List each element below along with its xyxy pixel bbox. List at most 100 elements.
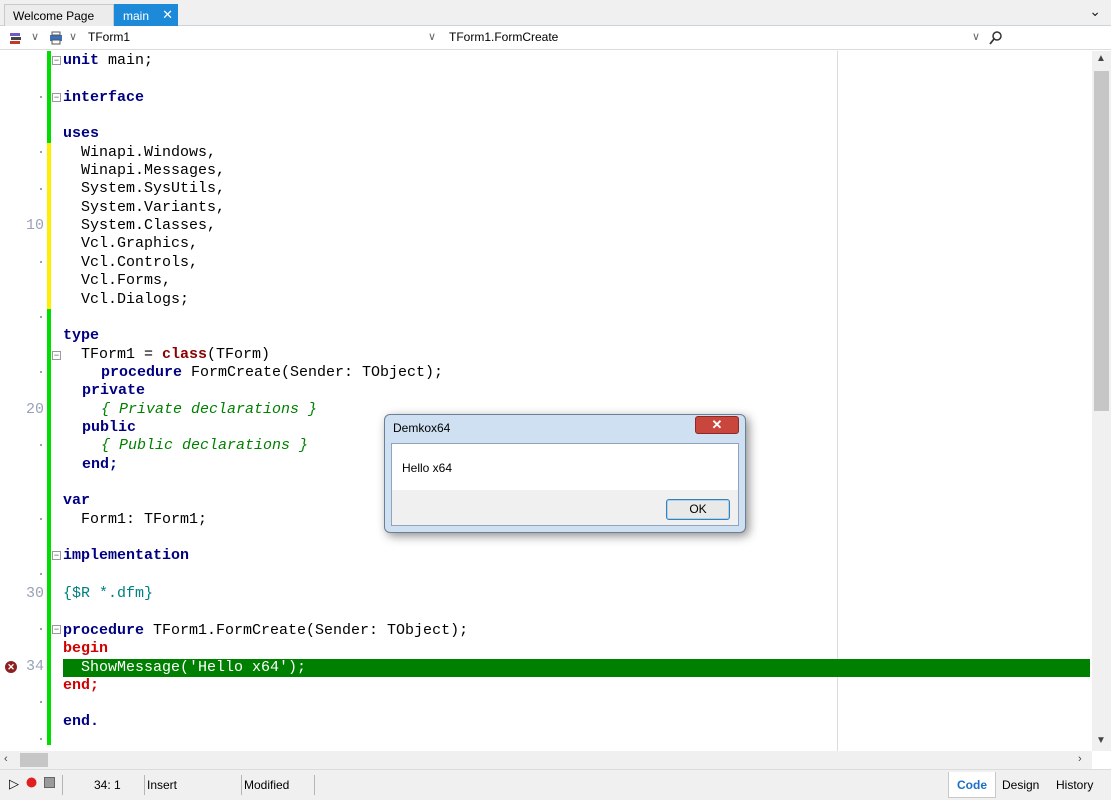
gutter-dot	[40, 371, 42, 373]
keyword: unit	[63, 52, 100, 69]
status-divider	[62, 775, 63, 795]
gutter-dot	[40, 738, 42, 740]
code-line: System.SysUtils,	[63, 180, 226, 197]
code-line: public	[82, 419, 136, 437]
code-text-segment: TForm1 =	[63, 346, 163, 363]
code-line: { Private declarations }	[101, 401, 317, 419]
code-line: Vcl.Dialogs;	[63, 291, 190, 308]
keyword: end.	[63, 713, 100, 730]
gutter-dot	[40, 151, 42, 153]
line-number: 20	[25, 401, 44, 418]
tab-history[interactable]: History	[1048, 772, 1101, 798]
close-icon[interactable]: ✕	[162, 7, 173, 23]
printer-icon[interactable]	[48, 30, 64, 46]
keyword: uses	[63, 125, 100, 142]
line-number: 10	[25, 217, 44, 234]
comment: { Public declarations }	[101, 437, 309, 454]
message-dialog: Demkox64 ✕ Hello x64 OK	[384, 414, 746, 533]
code-line: System.Classes,	[63, 217, 217, 234]
fold-toggle[interactable]: −	[52, 625, 61, 634]
class-selector-combo[interactable]: TForm1	[84, 28, 424, 48]
scroll-left-icon[interactable]: ‹	[4, 753, 8, 765]
tab-main[interactable]: main ✕	[114, 4, 178, 26]
code-line: unit main;	[63, 52, 153, 70]
scroll-up-icon[interactable]: ▲	[1096, 53, 1106, 64]
status-divider	[144, 775, 145, 795]
keyword: procedure	[101, 364, 183, 381]
scroll-down-icon[interactable]: ▼	[1096, 735, 1106, 746]
status-divider	[241, 775, 242, 795]
chevron-down-icon[interactable]: ∨	[69, 30, 77, 43]
gutter-dot	[40, 701, 42, 703]
search-icon[interactable]	[988, 30, 1004, 46]
keyword: interface	[63, 89, 145, 106]
code-text-segment: FormCreate(Sender: TObject);	[182, 364, 444, 381]
gutter-dot	[40, 96, 42, 98]
code-navigation-toolbar: ∨ ∨ TForm1 ∨ TForm1.FormCreate ∨	[0, 26, 1111, 50]
code-line: implementation	[63, 547, 189, 565]
stop-icon[interactable]	[44, 777, 55, 791]
structure-icon[interactable]	[8, 30, 24, 46]
gutter-dot	[40, 628, 42, 630]
horizontal-scrollbar[interactable]: ‹ ›	[0, 751, 1092, 769]
code-line: end;	[82, 456, 118, 474]
code-line: Winapi.Windows,	[63, 144, 217, 161]
play-icon[interactable]: ▷	[9, 776, 19, 792]
dialog-message: Hello x64	[402, 461, 453, 475]
code-line: System.Variants,	[63, 199, 226, 216]
code-line: Vcl.Forms,	[63, 272, 172, 289]
tab-welcome-label: Welcome Page	[13, 9, 95, 23]
fold-toggle[interactable]: −	[52, 56, 61, 65]
dialog-body: Hello x64 OK	[391, 443, 739, 526]
tab-main-label: main	[123, 9, 150, 23]
editor-tab-bar: Welcome Page main ✕ ⌄	[0, 0, 1111, 26]
keyword: private	[82, 382, 146, 399]
comment: { Private declarations }	[101, 401, 318, 418]
unsaved-change-bar	[47, 143, 51, 309]
tab-welcome-page[interactable]: Welcome Page	[4, 4, 114, 26]
code-line: Vcl.Graphics,	[63, 235, 199, 252]
tab-design[interactable]: Design	[994, 772, 1047, 798]
vertical-scrollbar[interactable]: ▲ ▼	[1092, 51, 1111, 751]
keyword: procedure	[63, 622, 145, 639]
code-line: Winapi.Messages,	[63, 162, 226, 179]
keyword: var	[63, 492, 91, 509]
status-bar: ▷ 34: 1 Insert Modified Code Design Hist…	[0, 769, 1111, 800]
code-editor[interactable]: 10 20 30 34 − − − − − ✕ unit main; inter…	[0, 51, 1092, 751]
status-divider	[314, 775, 315, 795]
ok-button[interactable]: OK	[666, 499, 730, 520]
code-line: private	[82, 382, 145, 400]
code-line: end.	[63, 713, 99, 731]
fold-toggle[interactable]: −	[52, 93, 61, 102]
code-line: TForm1 = class(TForm)	[63, 346, 270, 364]
code-line: end;	[63, 677, 99, 695]
gutter-dot	[40, 444, 42, 446]
saved-change-bar	[47, 51, 51, 143]
chevron-down-icon[interactable]: ∨	[972, 30, 980, 43]
edit-mode: Insert	[147, 778, 178, 792]
breakpoint-error-icon[interactable]: ✕	[5, 661, 17, 673]
tab-code[interactable]: Code	[948, 772, 996, 798]
method-selector-combo[interactable]: TForm1.FormCreate	[445, 28, 965, 48]
code-line: var	[63, 492, 90, 510]
horizontal-scroll-thumb[interactable]	[20, 753, 48, 767]
chevron-down-icon[interactable]: ⌄	[1089, 3, 1101, 20]
code-line: procedure TForm1.FormCreate(Sender: TObj…	[63, 622, 468, 640]
keyword: public	[82, 419, 137, 436]
chevron-down-icon[interactable]: ∨	[31, 30, 39, 43]
right-margin-line	[837, 51, 838, 751]
compiler-directive: {$R *.dfm}	[63, 585, 154, 602]
record-icon[interactable]	[26, 777, 37, 791]
code-line: ShowMessage('Hello x64');	[63, 659, 306, 677]
chevron-down-icon[interactable]: ∨	[428, 30, 436, 43]
code-line: procedure FormCreate(Sender: TObject);	[101, 364, 443, 382]
scroll-right-icon[interactable]: ›	[1078, 753, 1082, 765]
vertical-scroll-thumb[interactable]	[1094, 71, 1109, 411]
keyword: class	[162, 346, 208, 363]
gutter-dot	[40, 316, 42, 318]
fold-toggle[interactable]: −	[52, 351, 61, 360]
code-text-segment: main;	[99, 52, 154, 69]
code-line: { Public declarations }	[101, 437, 308, 455]
fold-toggle[interactable]: −	[52, 551, 61, 560]
close-icon[interactable]: ✕	[695, 416, 739, 434]
